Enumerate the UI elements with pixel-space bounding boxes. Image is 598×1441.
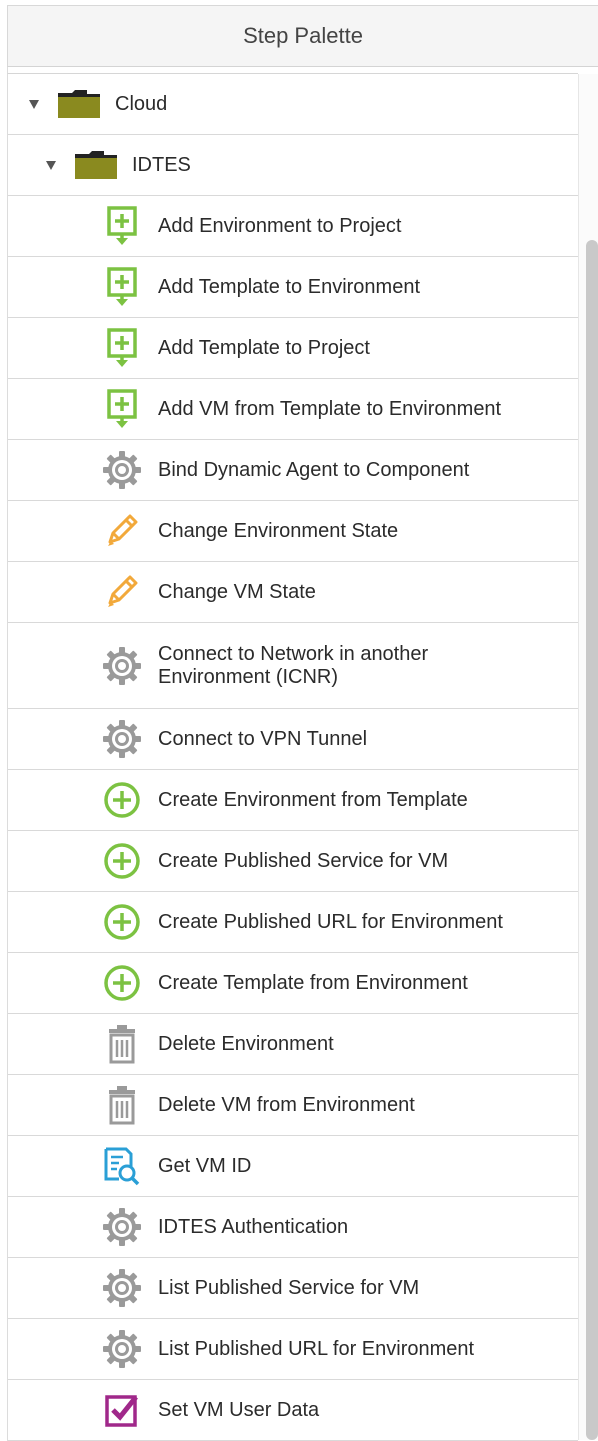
step-label-line: Environment (ICNR) [158, 665, 339, 688]
step-item[interactable]: Delete Environment [8, 1014, 578, 1075]
step-tree: Cloud IDTES Add Environment to Project Ad… [7, 74, 578, 1441]
step-label-line: Change Environment State [158, 519, 399, 542]
gear-icon [102, 1329, 142, 1369]
step-label: Create Environment from Template [158, 789, 468, 812]
tree-node-idtes[interactable]: IDTES [8, 135, 578, 196]
step-label-line: Get VM ID [158, 1154, 252, 1177]
step-label: Delete Environment [158, 1033, 334, 1056]
step-label-line: Create Template from Environment [158, 971, 468, 994]
step-label-line: Change VM State [158, 580, 316, 603]
step-item[interactable]: Create Template from Environment [8, 953, 578, 1014]
checkbox-icon [102, 1390, 142, 1430]
step-item[interactable]: Connect to Network in another Environment… [8, 623, 578, 709]
step-label: Create Published URL for Environment [158, 911, 503, 934]
tree-node-label: IDTES [132, 153, 191, 176]
add-to-icon [102, 267, 142, 307]
gear-icon [102, 646, 142, 686]
step-item[interactable]: Bind Dynamic Agent to Component [8, 440, 578, 501]
step-label: Create Template from Environment [158, 972, 468, 995]
step-item[interactable]: Add Template to Environment [8, 257, 578, 318]
step-label-line: Bind Dynamic Agent to Component [158, 458, 470, 481]
step-label: Set VM User Data [158, 1399, 319, 1422]
step-label: Delete VM from Environment [158, 1094, 415, 1117]
step-label: Add Template to Environment [158, 276, 420, 299]
step-item[interactable]: Get VM ID [8, 1136, 578, 1197]
step-label-line: Connect to VPN Tunnel [158, 727, 368, 750]
add-to-icon [102, 206, 142, 246]
step-label-line: Add Environment to Project [158, 214, 402, 237]
step-label: Get VM ID [158, 1155, 251, 1178]
step-item[interactable]: List Published Service for VM [8, 1258, 578, 1319]
step-label-line: Add Template to Project [158, 336, 370, 359]
gear-icon [102, 719, 142, 759]
step-label: Create Published Service for VM [158, 850, 448, 873]
step-label-line: Delete Environment [158, 1032, 334, 1055]
plus-circle-icon [102, 841, 142, 881]
step-label-line: Set VM User Data [158, 1398, 320, 1421]
step-label: Add Template to Project [158, 337, 370, 360]
expand-caret-icon[interactable] [29, 99, 39, 109]
step-label: Change Environment State [158, 520, 398, 543]
trash-icon [102, 1024, 142, 1064]
gear-icon [102, 1268, 142, 1308]
step-item[interactable]: Create Published URL for Environment [8, 892, 578, 953]
add-to-icon [102, 328, 142, 368]
step-label-line: Create Environment from Template [158, 788, 468, 811]
step-label: Connect to VPN Tunnel [158, 728, 367, 751]
plus-circle-icon [102, 902, 142, 942]
step-label: Bind Dynamic Agent to Component [158, 459, 469, 482]
gear-icon [102, 1207, 142, 1247]
step-label: Connect to Network in another Environment… [158, 643, 428, 689]
panel-title: Step Palette [243, 23, 363, 48]
tree-node-cloud[interactable]: Cloud [8, 74, 578, 135]
tree-node-label: Cloud [115, 92, 168, 115]
step-item[interactable]: IDTES Authentication [8, 1197, 578, 1258]
step-label-line: Add VM from Template to Environment [158, 397, 502, 420]
step-label: List Published Service for VM [158, 1277, 419, 1300]
step-item[interactable]: Connect to VPN Tunnel [8, 709, 578, 770]
step-item[interactable]: Delete VM from Environment [8, 1075, 578, 1136]
step-item[interactable]: Add Environment to Project [8, 196, 578, 257]
step-label-line: Create Published Service for VM [158, 849, 449, 872]
step-label-line: Delete VM from Environment [158, 1093, 415, 1116]
header-spacer [7, 67, 578, 74]
step-item[interactable]: List Published URL for Environment [8, 1319, 578, 1380]
scrollbar-thumb[interactable] [586, 240, 598, 1440]
folder-icon [75, 151, 117, 179]
pencil-icon [102, 511, 142, 551]
gear-icon [102, 450, 142, 490]
step-label-line: Connect to Network in another [158, 642, 429, 665]
step-label: Change VM State [158, 581, 316, 604]
step-item[interactable]: Change Environment State [8, 501, 578, 562]
step-label-line: Create Published URL for Environment [158, 910, 503, 933]
trash-icon [102, 1085, 142, 1125]
step-item[interactable]: Change VM State [8, 562, 578, 623]
step-label-line: List Published URL for Environment [158, 1337, 475, 1360]
step-item[interactable]: Add Template to Project [8, 318, 578, 379]
step-label: Add VM from Template to Environment [158, 398, 501, 421]
step-item[interactable]: Set VM User Data [8, 1380, 578, 1441]
pencil-icon [102, 572, 142, 612]
add-to-icon [102, 389, 142, 429]
step-item[interactable]: Create Environment from Template [8, 770, 578, 831]
folder-icon [58, 90, 100, 118]
step-label: List Published URL for Environment [158, 1338, 474, 1361]
step-item[interactable]: Create Published Service for VM [8, 831, 578, 892]
step-label-line: IDTES Authentication [158, 1215, 349, 1238]
step-label-line: Add Template to Environment [158, 275, 421, 298]
step-label: Add Environment to Project [158, 215, 401, 238]
plus-circle-icon [102, 780, 142, 820]
plus-circle-icon [102, 963, 142, 1003]
step-label: IDTES Authentication [158, 1216, 348, 1239]
step-item[interactable]: Add VM from Template to Environment [8, 379, 578, 440]
expand-caret-icon[interactable] [46, 160, 56, 170]
panel-header: Step Palette [7, 5, 598, 67]
document-search-icon [102, 1146, 142, 1186]
step-label-line: List Published Service for VM [158, 1276, 420, 1299]
